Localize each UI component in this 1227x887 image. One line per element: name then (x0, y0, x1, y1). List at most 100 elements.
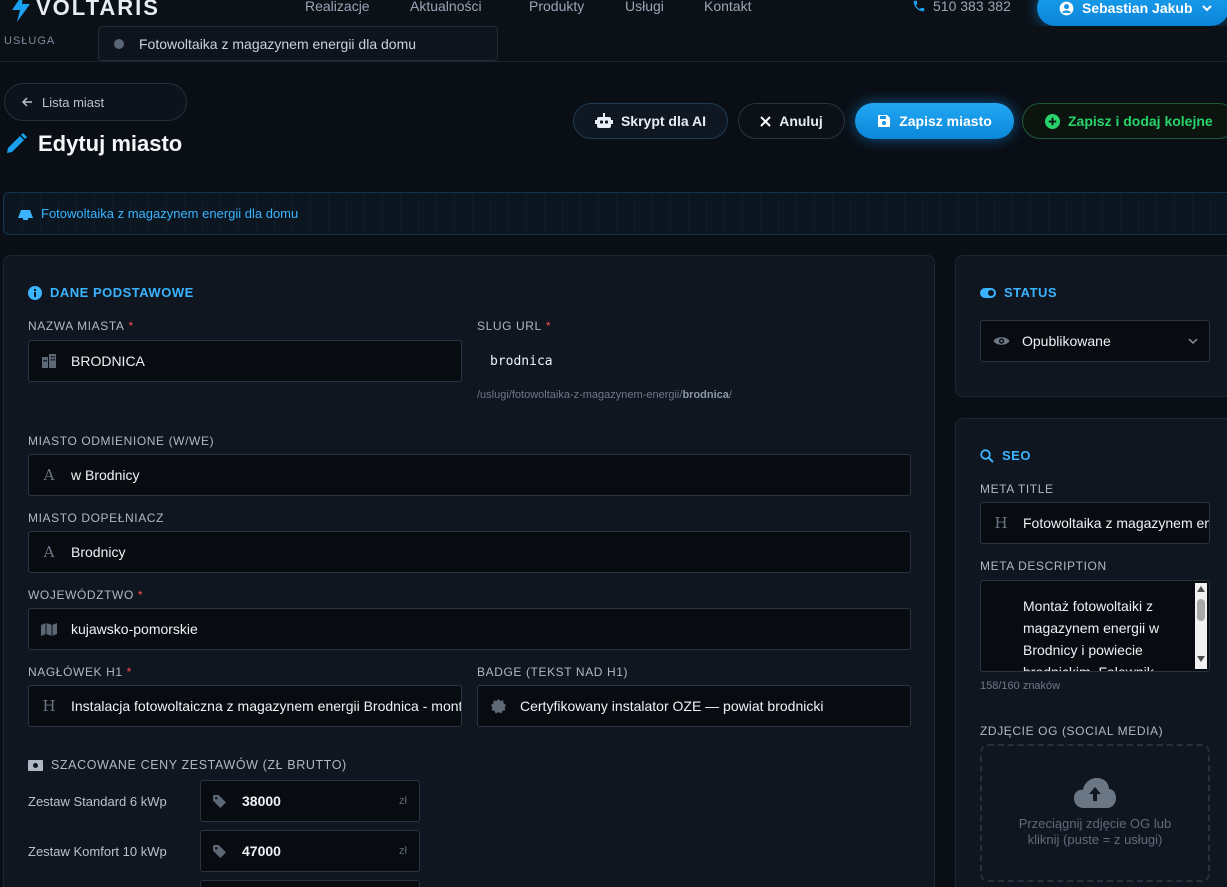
eye-icon (993, 337, 1010, 345)
lightning-icon (12, 0, 30, 22)
city-genitive-value: Brodnicy (71, 544, 126, 560)
currency-unit: zł (399, 795, 407, 807)
price-komfort-label: Zestaw Komfort 10 kWp (28, 844, 167, 859)
back-to-city-list-link[interactable]: Lista miast (4, 83, 187, 121)
service-banner-text: Fotowoltaika z magazynem energii dla dom… (41, 206, 299, 221)
meta-description-counter: 158/160 znaków (980, 680, 1061, 692)
meta-title-label: META TITLE (980, 482, 1054, 496)
prices-title: SZACOWANE CENY ZESTAWÓW (ZŁ BRUTTO) (51, 758, 347, 772)
required-marker: * (137, 588, 144, 602)
heading-icon: H (994, 514, 1008, 532)
ai-script-label: Skrypt dla AI (620, 113, 707, 129)
seo-heading: SEO (980, 448, 1031, 463)
nav-link-uslugi[interactable]: Usługi (625, 0, 664, 14)
close-icon (760, 115, 771, 127)
search-icon (980, 448, 994, 463)
user-menu-button[interactable]: Sebastian Jakub (1037, 0, 1227, 26)
save-city-button[interactable]: Zapisz miasto (855, 103, 1014, 139)
pencil-icon (7, 133, 27, 153)
letter-a-icon: A (43, 543, 55, 561)
robot-icon (594, 113, 613, 128)
user-icon (1059, 1, 1074, 15)
slug-input[interactable]: brodnica (477, 340, 911, 382)
city-name-value: BRODNICA (71, 353, 145, 369)
city-genitive-label: MIASTO DOPEŁNIACZ (28, 511, 165, 525)
prices-heading: SZACOWANE CENY ZESTAWÓW (ZŁ BRUTTO) (28, 758, 347, 772)
service-select[interactable]: Fotowoltaika z magazynem energii dla dom… (98, 26, 498, 61)
city-locative-label: MIASTO ODMIENIONE (W/WE) (28, 434, 215, 448)
save-city-label: Zapisz miasto (899, 113, 992, 129)
h1-label: NAGŁÓWEK H1 * (28, 665, 132, 679)
price-next-input[interactable] (200, 880, 420, 887)
scroll-up-arrow-icon[interactable] (1197, 585, 1205, 593)
basic-data-heading: DANE PODSTAWOWE (28, 285, 194, 300)
meta-description-label: META DESCRIPTION (980, 559, 1107, 573)
og-image-dropzone-text: Przeciągnij zdjęcie OG lub kliknij (pust… (1018, 816, 1172, 847)
nav-link-aktualnosci[interactable]: Aktualności (410, 0, 482, 14)
toggle-icon (980, 287, 996, 298)
certificate-icon (490, 698, 506, 714)
seo-panel: SEO META TITLE H Fotowoltaika z magazyne… (955, 418, 1227, 887)
scrollbar-thumb[interactable] (1197, 599, 1205, 621)
badge-label: BADGE (TEKST NAD H1) (477, 665, 629, 679)
chevron-down-icon (1201, 5, 1212, 12)
h1-label-text: NAGŁÓWEK H1 (28, 665, 123, 679)
service-selector-bar: USŁUGA Fotowoltaika z magazynem energii … (0, 26, 1227, 62)
service-select-value: Fotowoltaika z magazynem energii dla dom… (139, 35, 417, 52)
meta-description-value: Montaż fotowoltaiki z magazynem energii … (1023, 598, 1160, 672)
textarea-scrollbar[interactable] (1195, 583, 1207, 669)
meta-description-textarea[interactable]: Montaż fotowoltaiki z magazynem energii … (980, 580, 1210, 672)
city-genitive-input[interactable]: A Brodnicy (28, 531, 911, 573)
brand-logo[interactable]: VOLTARIS (10, 0, 160, 22)
h1-input[interactable]: H Instalacja fotowoltaiczna z magazynem … (28, 685, 462, 727)
page-title: Edytuj miasto (4, 131, 182, 157)
price-standard-label: Zestaw Standard 6 kWp (28, 794, 167, 809)
og-image-label: ZDJĘCIE OG (SOCIAL MEDIA) (980, 724, 1164, 738)
floppy-disk-icon (878, 115, 891, 127)
seo-title: SEO (1002, 448, 1031, 463)
og-image-dropzone[interactable]: Przeciągnij zdjęcie OG lub kliknij (pust… (980, 744, 1210, 882)
price-komfort-input[interactable]: 47000 zł (200, 830, 420, 872)
scroll-down-arrow-icon[interactable] (1197, 655, 1205, 663)
required-marker: * (545, 319, 552, 333)
phone-link[interactable]: 510 383 382 (912, 0, 1011, 14)
basic-data-panel: DANE PODSTAWOWE NAZWA MIASTA * BRODNICA S… (3, 255, 935, 887)
city-name-input[interactable]: BRODNICA (28, 340, 462, 382)
basic-data-title: DANE PODSTAWOWE (50, 285, 194, 300)
badge-value: Certyfikowany instalator OZE — powiat br… (520, 698, 824, 714)
meta-title-input[interactable]: H Fotowoltaika z magazynem energii Brodn… (980, 502, 1210, 544)
city-locative-input[interactable]: A w Brodnicy (28, 454, 911, 496)
circle-icon (114, 38, 124, 49)
nav-link-produkty[interactable]: Produkty (529, 0, 584, 14)
brand-name: VOLTARIS (36, 0, 160, 20)
slug-label: SLUG URL * (477, 319, 551, 333)
currency-unit: zł (399, 845, 407, 857)
back-link-label: Lista miast (42, 94, 105, 110)
nav-link-realizacje[interactable]: Realizacje (305, 0, 370, 14)
service-banner: Fotowoltaika z magazynem energii dla dom… (3, 192, 1227, 235)
slug-url-preview: /uslugi/fotowoltaika-z-magazynem-energii… (477, 389, 732, 401)
building-icon (41, 354, 57, 368)
status-panel: STATUS Opublikowane (955, 255, 1227, 397)
service-selector-label: USŁUGA (4, 35, 56, 47)
required-marker: * (126, 665, 132, 679)
arrow-left-icon (21, 97, 32, 107)
nav-link-kontakt[interactable]: Kontakt (704, 0, 751, 14)
voivodeship-value: kujawsko-pomorskie (71, 621, 198, 637)
voivodeship-input[interactable]: kujawsko-pomorskie (28, 608, 911, 650)
phone-icon (913, 0, 925, 12)
ai-script-button[interactable]: Skrypt dla AI (573, 103, 728, 139)
cancel-label: Anuluj (779, 113, 823, 129)
cancel-button[interactable]: Anuluj (738, 103, 845, 139)
save-and-add-button[interactable]: Zapisz i dodaj kolejne (1022, 103, 1227, 139)
badge-input[interactable]: Certyfikowany instalator OZE — powiat br… (477, 685, 911, 727)
tag-icon (213, 794, 226, 808)
money-icon (28, 759, 43, 771)
page-title-text: Edytuj miasto (38, 131, 183, 156)
city-name-label: NAZWA MIASTA * (28, 319, 134, 333)
city-name-label-text: NAZWA MIASTA (28, 319, 125, 333)
required-marker: * (128, 319, 134, 333)
meta-title-value: Fotowoltaika z magazynem energii Brodnic… (1023, 515, 1209, 531)
price-standard-input[interactable]: 38000 zł (200, 780, 420, 822)
status-select[interactable]: Opublikowane (980, 320, 1210, 362)
